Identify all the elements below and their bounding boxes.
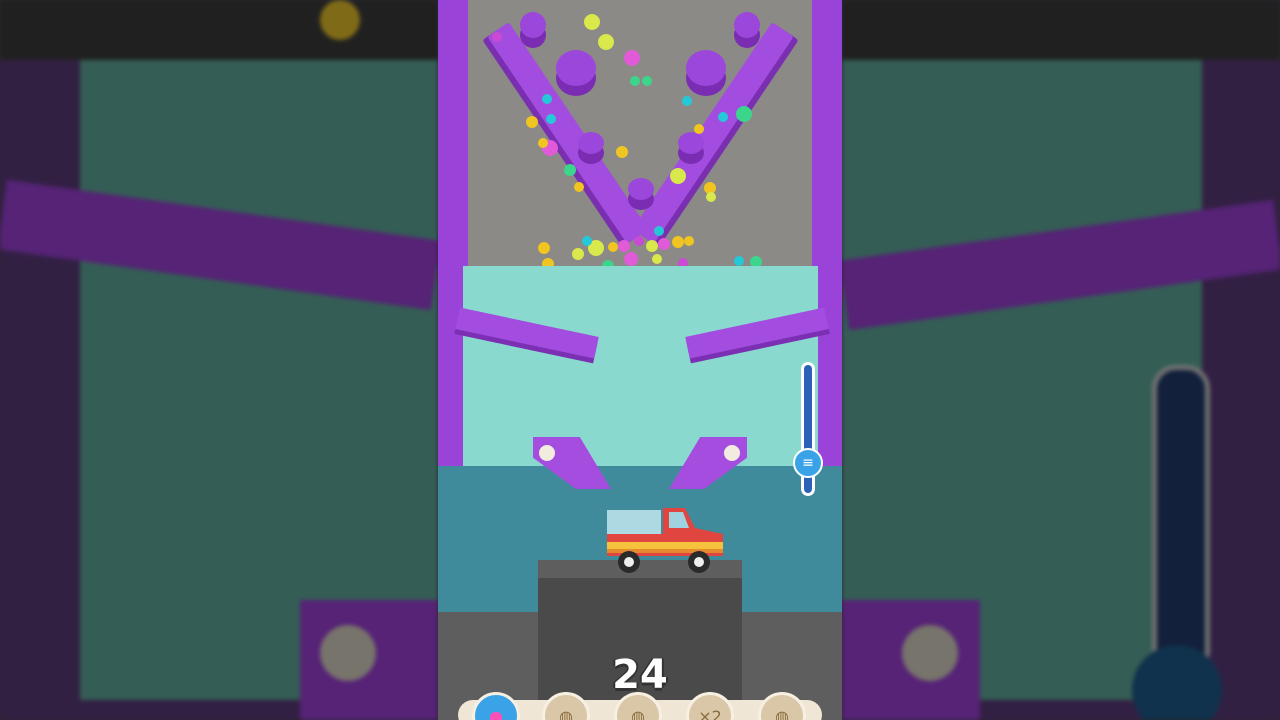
pink-bomb-icon: ● [489, 706, 503, 720]
menu-lines-icon: ≡ [802, 455, 814, 471]
ball [736, 106, 752, 122]
ball [616, 146, 628, 158]
ball [672, 236, 684, 248]
ball [608, 242, 618, 252]
ball [652, 254, 662, 264]
peg [520, 12, 546, 38]
ball [564, 164, 576, 176]
multiplier-icon: ×2 [698, 706, 722, 720]
ball [634, 236, 644, 246]
ball [584, 14, 600, 30]
peg [556, 50, 596, 86]
ball [492, 32, 502, 42]
peg [686, 50, 726, 86]
ball [542, 94, 552, 104]
game-board[interactable]: ≡ 24 ● ◍ ◍ ×2 ◍ [438, 0, 842, 720]
ball [694, 124, 704, 134]
water-tank [463, 266, 818, 466]
peg [678, 132, 704, 154]
ball [654, 226, 664, 236]
background-left [0, 0, 438, 720]
ball [684, 236, 694, 246]
ball [624, 252, 638, 266]
balls-icon: ◍ [631, 706, 645, 720]
ball [546, 114, 556, 124]
ball [682, 96, 692, 106]
right-gate-pin [724, 445, 740, 461]
ball [642, 76, 652, 86]
peg [734, 12, 760, 38]
balls-icon: ◍ [775, 706, 789, 720]
ball [618, 240, 630, 252]
ball [624, 50, 640, 66]
ball [706, 192, 716, 202]
peg [578, 132, 604, 154]
background-right [842, 0, 1280, 720]
ball [718, 112, 728, 122]
slider-handle[interactable]: ≡ [793, 448, 823, 478]
ball [598, 34, 614, 50]
ball [538, 138, 548, 148]
ball [526, 116, 538, 128]
ball [646, 240, 658, 252]
balls-icon: ◍ [559, 706, 573, 720]
ball [734, 256, 744, 266]
ball [572, 248, 584, 260]
ball [630, 76, 640, 86]
ball [658, 238, 670, 250]
ball [670, 168, 686, 184]
truck [607, 508, 723, 573]
ball [574, 182, 584, 192]
ball [582, 236, 592, 246]
left-gate-pin [539, 445, 555, 461]
ball [538, 242, 550, 254]
peg [628, 178, 654, 200]
